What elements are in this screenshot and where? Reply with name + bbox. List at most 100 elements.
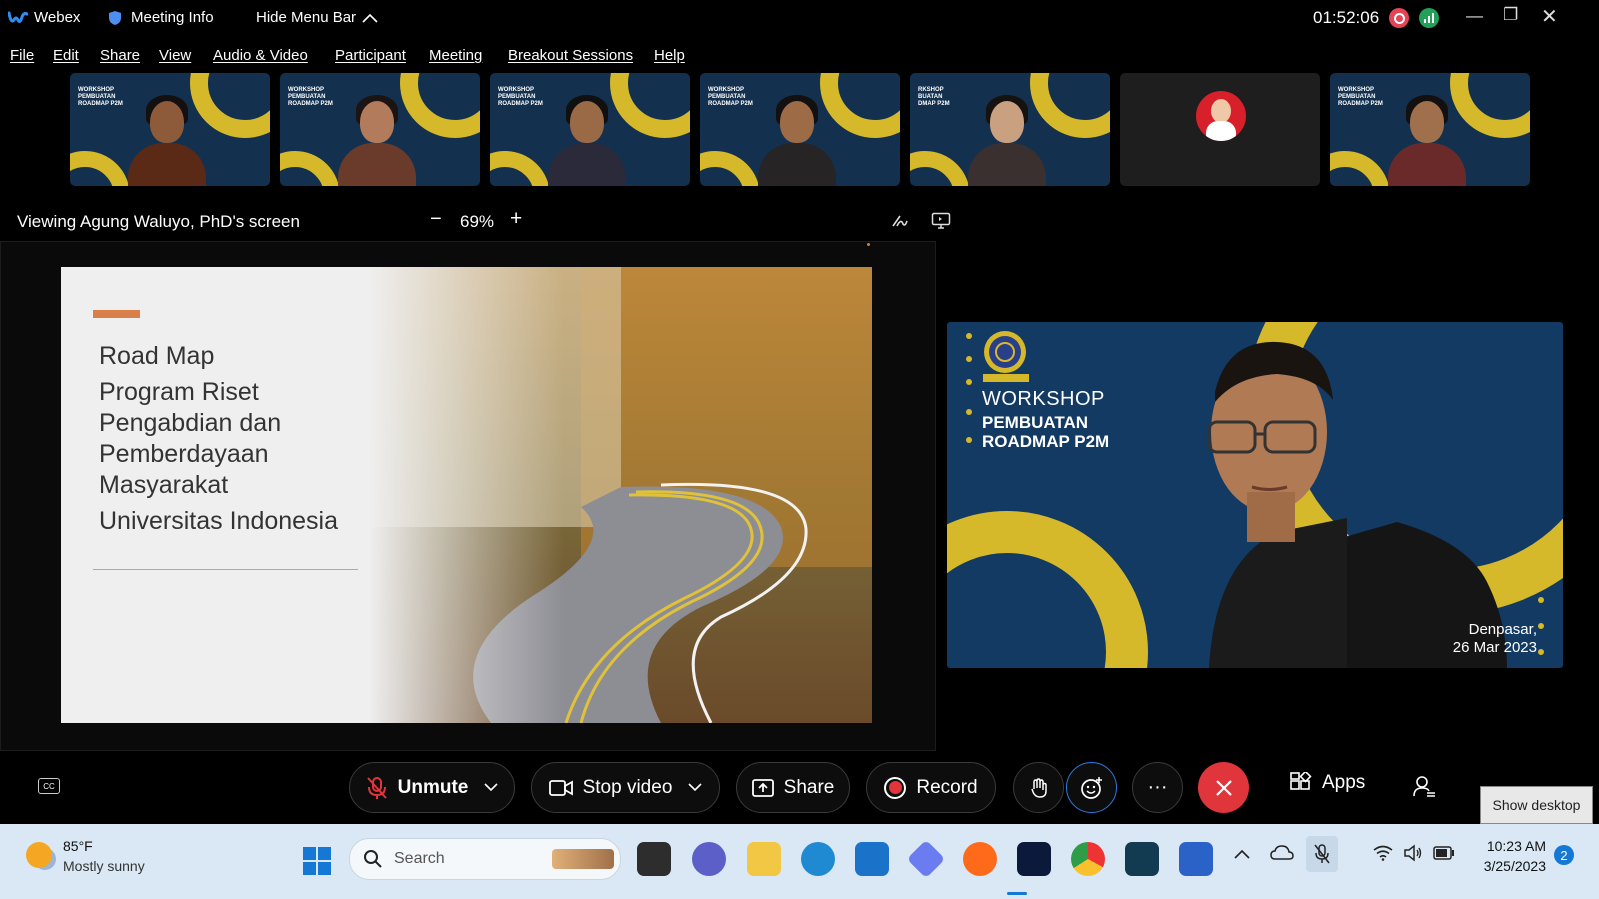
menu-help[interactable]: Help — [654, 47, 685, 64]
menu-breakout-sessions[interactable]: Breakout Sessions — [508, 47, 633, 64]
close-icon — [1215, 779, 1232, 796]
participant-figure — [1388, 95, 1466, 186]
muted-mic-icon — [366, 776, 387, 799]
participant-thumbnail[interactable]: WORKSHOP PEMBUATAN ROADMAP P2M — [700, 73, 900, 186]
notification-badge[interactable]: 2 — [1554, 845, 1574, 865]
bg-ring — [280, 151, 340, 186]
edge-icon[interactable] — [801, 842, 835, 876]
close-icon[interactable]: ✕ — [1541, 4, 1558, 29]
weather-temp[interactable]: 85°F — [63, 838, 93, 854]
battery-icon[interactable] — [1433, 846, 1455, 860]
participant-thumbnail[interactable]: RKSHOP BUATAN DMAP P2M — [910, 73, 1110, 186]
mic-muted-tray[interactable] — [1306, 836, 1338, 872]
speaker-background — [947, 322, 1563, 668]
zoom-in-button[interactable]: + — [510, 207, 522, 231]
participant-thumbnail[interactable]: WORKSHOP PEMBUATAN ROADMAP P2M — [1330, 73, 1530, 186]
windows-taskbar: 85°F Mostly sunny Search 10:23 AM 3/25/2… — [0, 824, 1599, 899]
taskbar-clock[interactable]: 10:23 AM 3/25/2023 — [1466, 836, 1546, 876]
annotate-icon[interactable] — [891, 212, 909, 228]
webex-logo-icon — [8, 11, 28, 23]
chrome-icon[interactable] — [1071, 842, 1105, 876]
copilot-icon[interactable] — [906, 839, 946, 879]
bg-ring — [910, 151, 970, 186]
slide-marker-dot — [867, 243, 870, 246]
participant-avatar — [1196, 91, 1246, 141]
menu-participant[interactable]: Participant — [335, 47, 406, 64]
menu-meeting[interactable]: Meeting — [429, 47, 482, 64]
raise-hand-icon — [1030, 777, 1047, 798]
speaker-bg-location: Denpasar, 26 Mar 2023 — [1452, 621, 1537, 656]
presentation-slide: Road Map Program Riset Pengabdian dan Pe… — [61, 267, 872, 723]
zoom-level: 69% — [460, 212, 495, 231]
menu-bar: File Edit Share View Audio & Video Parti… — [0, 40, 1599, 70]
screen-view-icon[interactable] — [931, 212, 951, 229]
wifi-icon[interactable] — [1373, 845, 1393, 861]
menu-file[interactable]: File — [10, 47, 34, 64]
slide-title: Road Map Program Riset Pengabdian dan Pe… — [99, 342, 339, 535]
participant-thumbnail[interactable]: WORKSHOP PEMBUATAN ROADMAP P2M — [490, 73, 690, 186]
minimize-icon[interactable]: — — [1466, 6, 1483, 26]
firefox-icon[interactable] — [963, 842, 997, 876]
participant-thumbnail[interactable] — [1120, 73, 1320, 186]
raise-hand-button[interactable] — [1013, 762, 1064, 813]
zoom-out-button[interactable]: − — [430, 208, 442, 231]
end-meeting-button[interactable] — [1198, 762, 1249, 813]
menu-view[interactable]: View — [159, 47, 191, 64]
menu-edit[interactable]: Edit — [53, 47, 79, 64]
search-icon — [364, 850, 382, 868]
mail-icon[interactable] — [855, 842, 889, 876]
participant-figure — [338, 95, 416, 186]
viewing-label: Viewing Agung Waluyo, PhD's screen — [17, 212, 300, 231]
closed-captions-icon[interactable]: CC — [38, 778, 60, 794]
task-view-icon[interactable] — [637, 842, 671, 876]
active-speaker-video[interactable]: WORKSHOP PEMBUATAN ROADMAP P2M Denpasar,… — [947, 322, 1563, 668]
meeting-info-button[interactable]: Meeting Info — [108, 9, 214, 26]
reactions-smiley-icon — [1080, 776, 1102, 799]
taskbar-search[interactable]: Search — [349, 838, 621, 880]
search-highlight-image — [552, 849, 614, 869]
apps-grid-icon — [1290, 772, 1312, 790]
apps-button[interactable]: Apps — [1290, 772, 1365, 794]
chevron-up-icon — [362, 13, 378, 23]
view-bar: Viewing Agung Waluyo, PhD's screen − 69%… — [0, 203, 951, 237]
onedrive-icon[interactable] — [1270, 844, 1294, 862]
participant-thumbnail[interactable]: WORKSHOP PEMBUATAN ROADMAP P2M — [70, 73, 270, 186]
unmute-button[interactable]: Unmute — [349, 762, 515, 813]
menu-share[interactable]: Share — [100, 47, 140, 64]
bg-ring — [70, 151, 130, 186]
chevron-up-icon[interactable] — [1234, 849, 1250, 859]
windows-start-icon[interactable] — [302, 846, 332, 876]
chat-icon[interactable] — [692, 842, 726, 876]
participant-figure — [968, 95, 1046, 186]
recording-indicator-icon[interactable] — [1389, 8, 1409, 28]
participant-figure — [128, 95, 206, 186]
muted-mic-icon — [1314, 844, 1330, 864]
speaker-bg-workshop: WORKSHOP — [982, 388, 1105, 410]
network-health-icon[interactable] — [1419, 8, 1439, 28]
hide-menu-bar-button[interactable]: Hide Menu Bar — [256, 9, 378, 26]
weather-desc[interactable]: Mostly sunny — [63, 858, 145, 874]
restore-icon[interactable]: ❐ — [1503, 5, 1518, 25]
weather-sun-icon[interactable] — [26, 842, 52, 868]
record-button[interactable]: Record — [866, 762, 996, 813]
chevron-down-icon[interactable] — [688, 783, 702, 792]
video-camera-icon — [548, 779, 573, 796]
share-button[interactable]: Share — [736, 762, 850, 813]
webex-taskbar-icon[interactable] — [1017, 842, 1051, 876]
stop-video-button[interactable]: Stop video — [531, 762, 720, 813]
bg-ring — [490, 151, 550, 186]
menu-audio-video[interactable]: Audio & Video — [213, 47, 308, 64]
reactions-button[interactable] — [1066, 762, 1117, 813]
file-explorer-icon[interactable] — [747, 842, 781, 876]
volume-icon[interactable] — [1403, 844, 1423, 862]
participant-thumbnail[interactable]: WORKSHOP PEMBUATAN ROADMAP P2M — [280, 73, 480, 186]
slide-accent-bar — [93, 310, 140, 318]
title-bar: Webex Meeting Info Hide Menu Bar 01:52:0… — [0, 0, 1599, 38]
chevron-down-icon[interactable] — [484, 783, 498, 792]
webex-meeting-icon[interactable] — [1125, 842, 1159, 876]
slide-divider — [93, 569, 358, 570]
participants-icon[interactable] — [1412, 775, 1436, 799]
word-icon[interactable] — [1179, 842, 1213, 876]
share-screen-icon — [751, 778, 774, 797]
more-options-button[interactable]: ··· — [1132, 762, 1183, 813]
